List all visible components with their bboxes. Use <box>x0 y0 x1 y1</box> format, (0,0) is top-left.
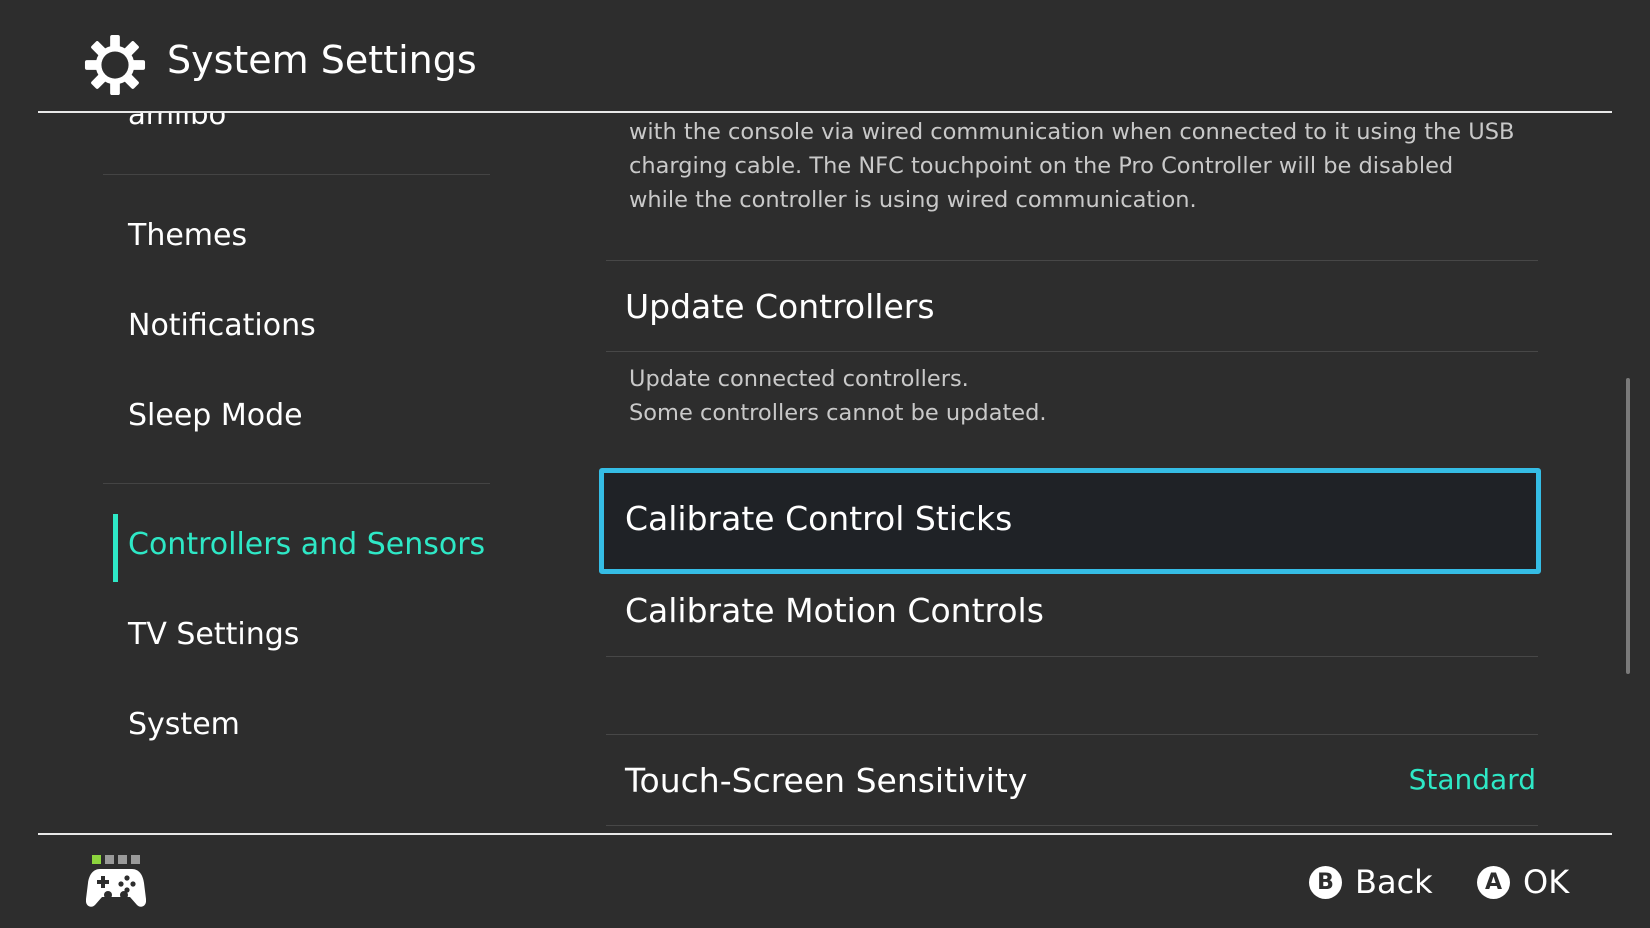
scrollbar[interactable] <box>1626 378 1630 674</box>
back-button[interactable]: B Back <box>1309 863 1433 901</box>
header-divider <box>38 111 1612 113</box>
sidebar-divider <box>103 483 490 484</box>
sidebar-item-system[interactable]: System <box>128 707 240 742</box>
footer: B Back A OK <box>0 835 1650 928</box>
settings-content[interactable]: with the console via wired communication… <box>528 113 1650 833</box>
row-divider <box>606 260 1538 261</box>
pro-controller-description: with the console via wired communication… <box>629 119 1515 213</box>
header: System Settings <box>0 0 1650 112</box>
calibrate-motion-controls-button[interactable]: Calibrate Motion Controls <box>625 591 1044 630</box>
row-divider <box>606 825 1538 826</box>
calibrate-control-sticks-button[interactable]: Calibrate Control Sticks <box>599 468 1541 574</box>
ok-button[interactable]: A OK <box>1477 863 1569 901</box>
calibrate-control-sticks-label: Calibrate Control Sticks <box>625 499 1013 538</box>
page-title: System Settings <box>167 38 477 82</box>
row-divider <box>606 351 1538 352</box>
gear-icon <box>84 34 146 96</box>
sidebar-item-themes[interactable]: Themes <box>128 218 247 253</box>
sidebar-item-amiibo[interactable]: amiibo <box>128 113 226 131</box>
ok-label: OK <box>1523 863 1570 901</box>
row-divider <box>606 734 1538 735</box>
back-label: Back <box>1355 863 1433 901</box>
player-led-3 <box>118 855 127 864</box>
player-led-1 <box>92 855 101 864</box>
sidebar-item-notifications[interactable]: Notifications <box>128 308 316 343</box>
update-controllers-description: Update connected controllers. Some contr… <box>629 366 1047 426</box>
update-controllers-button[interactable]: Update Controllers <box>625 287 935 326</box>
sidebar-item-sleep-mode[interactable]: Sleep Mode <box>128 398 303 433</box>
player-led-2 <box>105 855 114 864</box>
b-button-icon: B <box>1309 865 1342 899</box>
controller-icon <box>86 869 146 907</box>
a-button-icon: A <box>1477 865 1510 899</box>
active-indicator <box>113 514 118 582</box>
row-divider <box>606 656 1538 657</box>
player-led-4 <box>131 855 140 864</box>
sidebar-divider <box>103 174 490 175</box>
sidebar-item-controllers-and-sensors[interactable]: Controllers and Sensors <box>128 527 485 562</box>
sidebar[interactable]: amiibo Themes Notifications Sleep Mode C… <box>0 113 528 833</box>
touch-screen-sensitivity-button[interactable]: Touch-Screen Sensitivity <box>625 761 1027 800</box>
touch-screen-sensitivity-value: Standard <box>1408 763 1536 796</box>
sidebar-item-tv-settings[interactable]: TV Settings <box>128 617 299 652</box>
